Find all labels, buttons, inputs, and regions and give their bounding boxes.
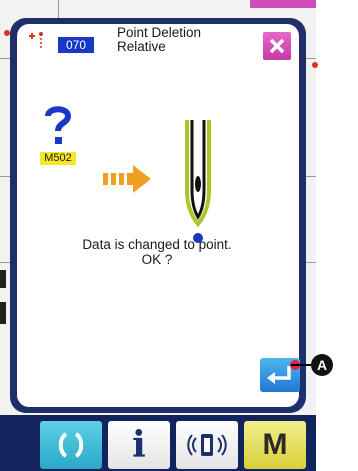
confirmation-message: Data is changed to point. OK ?	[57, 237, 257, 267]
background-tab	[0, 270, 6, 288]
callout-label-a: A	[311, 354, 333, 376]
mode-label: M	[262, 428, 288, 461]
question-mark-icon	[45, 106, 72, 144]
background-tab	[250, 0, 316, 8]
communication-icon	[187, 434, 227, 456]
dialog-title-line1: Point Deletion	[117, 25, 202, 40]
info-icon: i	[132, 424, 146, 466]
dialog-title: Point Deletion Relative	[117, 26, 247, 54]
reset-button[interactable]	[40, 421, 102, 469]
message-code-label: M502	[40, 152, 76, 165]
mode-button[interactable]: M	[244, 421, 306, 469]
background-point-dot	[312, 62, 318, 68]
dialog-title-line2: Relative	[117, 39, 166, 54]
close-button[interactable]	[263, 32, 291, 60]
info-button[interactable]: i	[108, 421, 170, 469]
right-arrow-icon	[103, 165, 151, 193]
needle-icon	[185, 120, 211, 243]
function-code-badge: 070	[58, 37, 94, 53]
communication-button[interactable]	[176, 421, 238, 469]
dialog-header: 070 Point Deletion Relative	[17, 24, 299, 74]
reset-icon	[58, 432, 84, 458]
background-tab	[0, 302, 6, 324]
point-deletion-dialog: 070 Point Deletion Relative M502 Data is…	[10, 18, 306, 413]
message-line2: OK ?	[141, 252, 173, 267]
callout-line	[291, 364, 311, 366]
point-marker-icon	[29, 32, 43, 48]
close-icon	[269, 38, 285, 54]
message-line1: Data is changed to point.	[82, 237, 232, 252]
bottom-bar: i M	[0, 415, 316, 471]
dialog-body: 070 Point Deletion Relative M502 Data is…	[17, 24, 300, 407]
